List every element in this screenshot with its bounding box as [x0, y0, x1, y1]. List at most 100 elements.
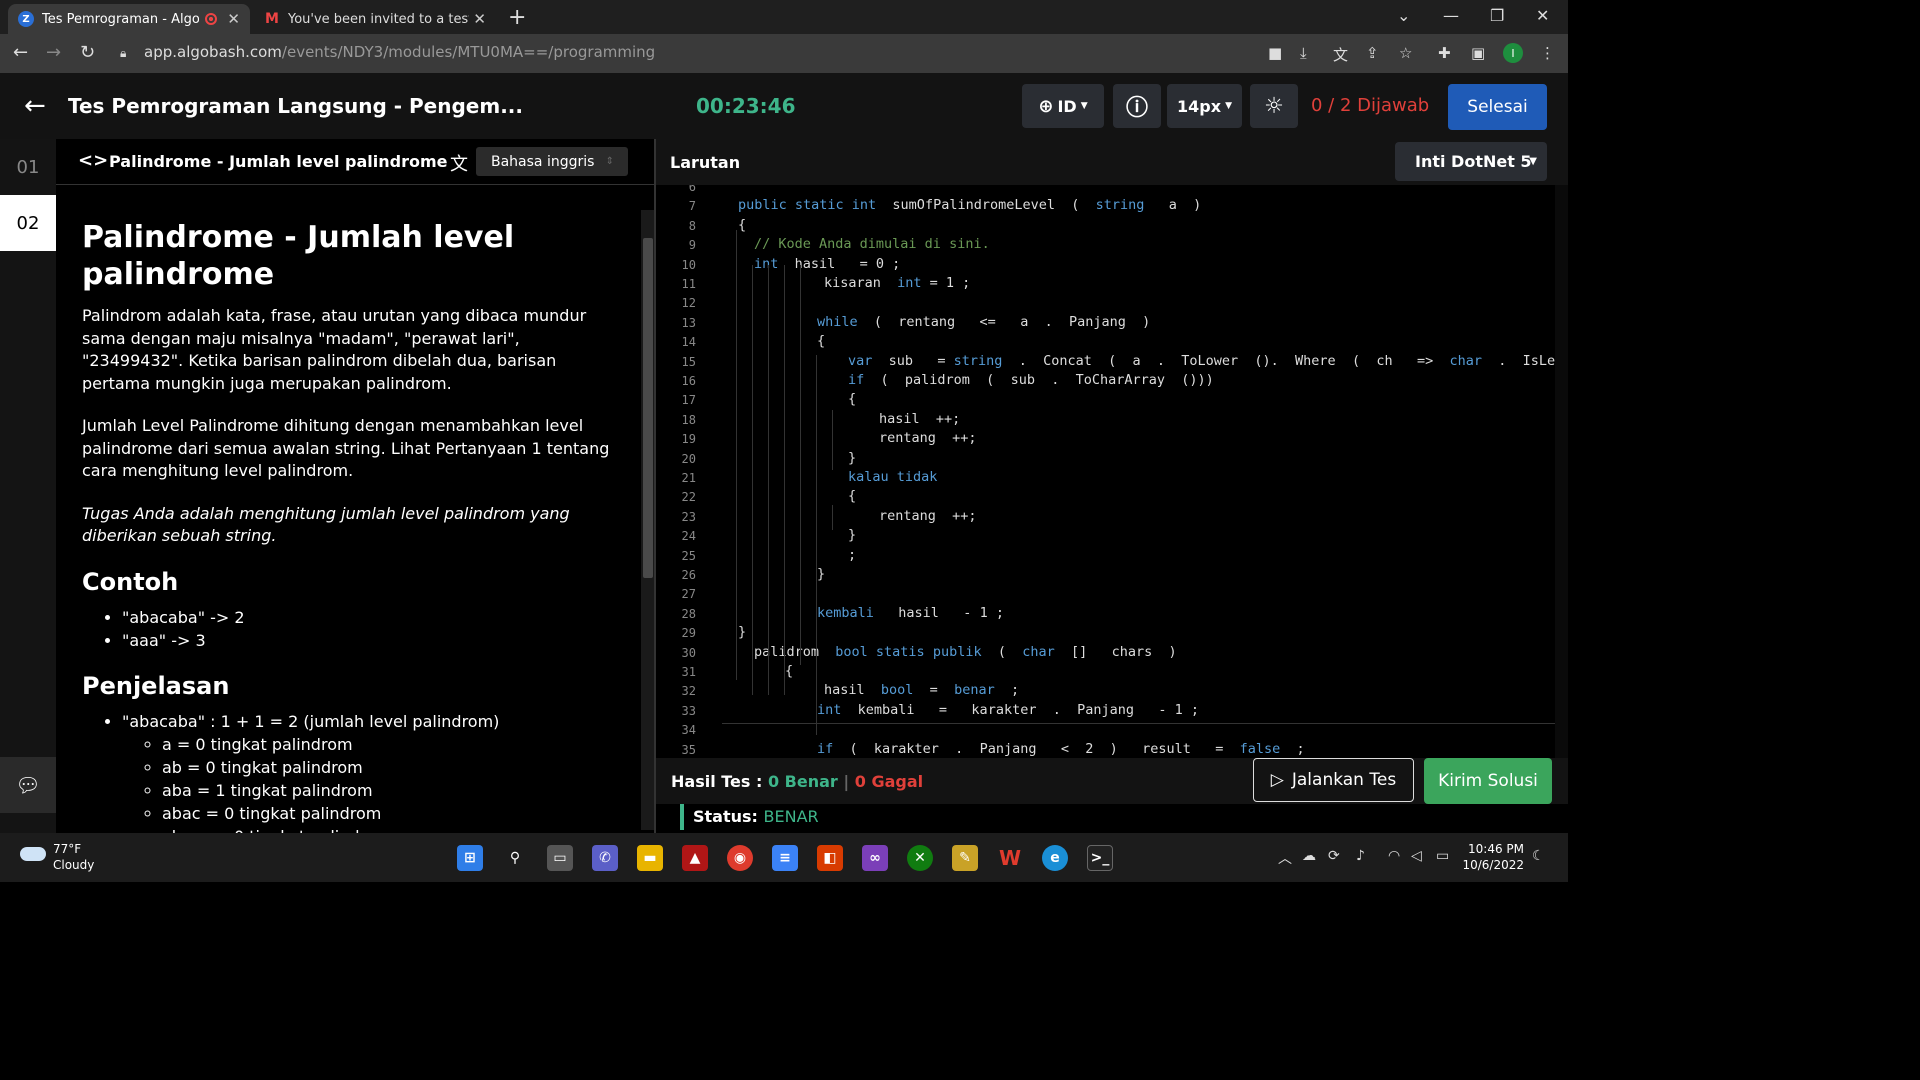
browser-tab-algobash[interactable]: Z Tes Pemrograman - Algobash ✕	[8, 4, 250, 34]
info-button[interactable]: ⓘ	[1113, 84, 1161, 128]
bookmark-star-icon[interactable]: ☆	[1399, 44, 1412, 62]
code-line[interactable]: 6	[656, 185, 1568, 197]
back-arrow-icon[interactable]: ←	[24, 91, 46, 121]
edge-icon[interactable]: e	[1042, 845, 1068, 871]
language-dropdown[interactable]: ⊕ ID ▼	[1022, 84, 1104, 128]
microphone-icon[interactable]: ♪	[1356, 848, 1365, 864]
app-icon[interactable]: ▲	[682, 845, 708, 871]
code-line[interactable]: 8{	[656, 217, 1568, 236]
code-line[interactable]: 28 kembali hasil - 1 ;	[656, 605, 1568, 624]
install-icon[interactable]: ⤓	[1300, 44, 1307, 62]
question-2-tab[interactable]: 02	[0, 195, 56, 251]
code-line[interactable]: 15 var sub = string . Concat ( a . ToLowe…	[656, 353, 1568, 372]
sidepanel-icon[interactable]: ▣	[1471, 44, 1485, 62]
test-results-summary: Hasil Tes : 0 Benar | 0 Gagal	[671, 772, 924, 791]
file-explorer-icon[interactable]: ▬	[637, 845, 663, 871]
office-icon[interactable]: ◧	[817, 845, 843, 871]
code-line[interactable]: 18 hasil ++;	[656, 411, 1568, 430]
code-line[interactable]: 33 int kembali = karakter . Panjang - 1 ;	[656, 702, 1568, 721]
code-line[interactable]: 26}	[656, 566, 1568, 585]
code-line[interactable]: 14 {	[656, 333, 1568, 352]
code-line[interactable]: 22 {	[656, 488, 1568, 507]
close-tab-icon[interactable]: ✕	[227, 10, 240, 28]
camera-icon[interactable]: ■	[1268, 44, 1282, 62]
code-line[interactable]: 20}	[656, 450, 1568, 469]
finish-button[interactable]: Selesai	[1448, 84, 1547, 130]
problem-scrollbar-thumb[interactable]	[643, 238, 653, 578]
run-tests-button[interactable]: ▷ Jalankan Tes	[1253, 758, 1414, 802]
wifi-icon[interactable]: ◠	[1388, 848, 1400, 864]
code-line[interactable]: 11 kisaran int = 1 ;	[656, 275, 1568, 294]
font-size-dropdown[interactable]: 14px ▼	[1167, 84, 1242, 128]
reload-icon[interactable]: ↻	[80, 42, 95, 63]
lock-icon[interactable]: 🔒︎	[120, 46, 126, 61]
theme-toggle-button[interactable]: ☼	[1250, 84, 1298, 128]
code-line[interactable]: 31 {	[656, 663, 1568, 682]
system-clock[interactable]: 10:46 PM 10/6/2022	[1462, 841, 1524, 873]
code-editor[interactable]: 6 7 public static int sumOfPalindromeLevel…	[656, 185, 1568, 758]
code-text: if ( karakter . Panjang < 2 ) result = f…	[817, 740, 1305, 757]
onedrive-icon[interactable]: ☁	[1302, 848, 1316, 864]
focus-moon-icon[interactable]: ☾	[1532, 848, 1545, 864]
tray-chevron-icon[interactable]: ︿	[1278, 848, 1292, 868]
question-1-tab[interactable]: 01	[0, 139, 56, 195]
start-icon[interactable]: ⊞	[457, 845, 483, 871]
code-line[interactable]: 21 kalau tidak	[656, 469, 1568, 488]
list-item: ab = 0 tingkat palindrom	[162, 756, 612, 779]
extensions-icon[interactable]: ✚	[1438, 44, 1451, 62]
minimize-icon[interactable]: —	[1443, 6, 1459, 25]
list-item: "abacaba" -> 2	[122, 606, 612, 629]
search-icon[interactable]: ⚲	[502, 845, 528, 871]
code-line[interactable]: 13 while ( rentang <= a . Panjang )	[656, 314, 1568, 333]
code-line[interactable]: 30 palidrom bool statis publik ( char [] …	[656, 644, 1568, 663]
editor-scrollbar[interactable]	[1555, 185, 1568, 758]
tab-search-icon[interactable]: ⌄	[1397, 6, 1410, 25]
wps-icon[interactable]: W	[997, 845, 1023, 871]
chat-button[interactable]: 💬︎	[0, 757, 56, 813]
submit-solution-button[interactable]: Kirim Solusi	[1424, 758, 1552, 804]
code-line[interactable]: 16 if ( palidrom ( sub . ToCharArray ()))	[656, 372, 1568, 391]
line-number: 30	[681, 645, 696, 660]
code-line[interactable]: 32 hasil bool = benar ;	[656, 682, 1568, 701]
browser-tab-gmail[interactable]: M You've been invited to a test - ak ✕	[254, 4, 496, 34]
code-line[interactable]: 7 public static int sumOfPalindromeLevel …	[656, 197, 1568, 216]
code-line[interactable]: 19 rentang ++;	[656, 430, 1568, 449]
code-line[interactable]: 24}	[656, 527, 1568, 546]
problem-language-select[interactable]: Bahasa inggris ⇕	[476, 147, 628, 176]
window-close-icon[interactable]: ✕	[1536, 6, 1549, 25]
code-line[interactable]: 17 {	[656, 391, 1568, 410]
visual-studio-icon[interactable]: ∞	[862, 845, 888, 871]
back-icon[interactable]: ←	[13, 42, 28, 63]
battery-icon[interactable]: ▭	[1436, 848, 1449, 864]
translate-icon[interactable]: 文	[1333, 44, 1348, 65]
code-line[interactable]: 12	[656, 294, 1568, 313]
code-line[interactable]: 10 int hasil = 0 ;	[656, 256, 1568, 275]
runtime-dropdown[interactable]: Inti DotNet 5 ▼	[1395, 142, 1547, 181]
terminal-icon[interactable]: >_	[1087, 845, 1113, 871]
task-view-icon[interactable]: ▭	[547, 845, 573, 871]
code-line[interactable]: 23 rentang ++;	[656, 508, 1568, 527]
profile-avatar[interactable]: I	[1503, 43, 1523, 63]
xbox-icon[interactable]: ✕	[907, 845, 933, 871]
code-line[interactable]: 34	[656, 721, 1568, 740]
code-line[interactable]: 25;	[656, 547, 1568, 566]
notepad-icon[interactable]: ≡	[772, 845, 798, 871]
code-line[interactable]: 27	[656, 585, 1568, 604]
restore-icon[interactable]: ❐	[1490, 6, 1504, 25]
paint-icon[interactable]: ✎	[952, 845, 978, 871]
share-icon[interactable]: ⇪	[1366, 44, 1379, 62]
url-field[interactable]: app.algobash.com/events/NDY3/modules/MTU…	[144, 43, 655, 61]
forward-icon[interactable]: →	[46, 42, 61, 63]
teams-chat-icon[interactable]: ✆	[592, 845, 618, 871]
sync-icon[interactable]: ⟳	[1328, 848, 1340, 864]
test-status: Status: BENAR	[656, 804, 1568, 833]
volume-icon[interactable]: ◁	[1411, 848, 1422, 864]
new-tab-icon[interactable]: +	[508, 5, 526, 30]
browser-menu-icon[interactable]: ⋮	[1540, 44, 1555, 62]
code-line[interactable]: 35 if ( karakter . Panjang < 2 ) result =…	[656, 741, 1568, 758]
close-tab-icon[interactable]: ✕	[473, 10, 486, 28]
problem-description[interactable]: Palindrome - Jumlah level palindrome Pal…	[56, 185, 654, 833]
code-line[interactable]: 9 // Kode Anda dimulai di sini.	[656, 236, 1568, 255]
chrome-icon[interactable]: ◉	[727, 845, 753, 871]
code-line[interactable]: 29}	[656, 624, 1568, 643]
